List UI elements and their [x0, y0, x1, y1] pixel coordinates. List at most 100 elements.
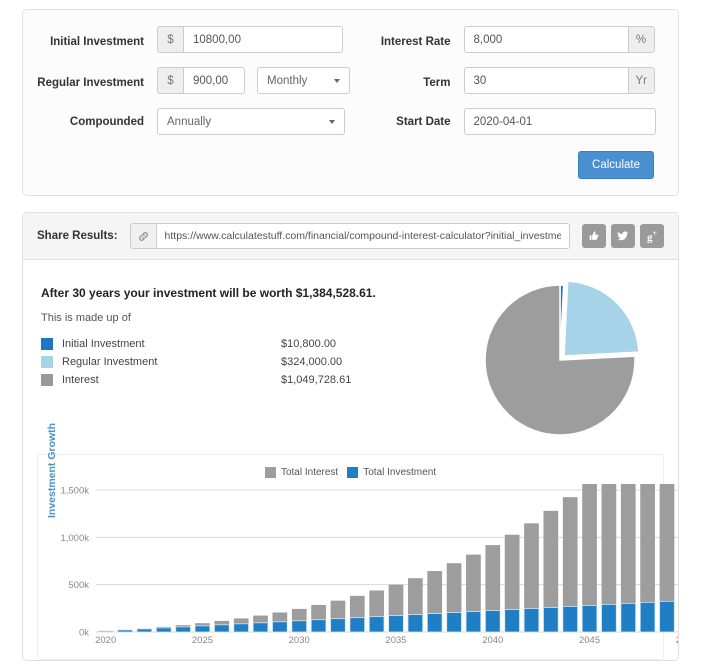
- bar-segment-total-investment[interactable]: [659, 600, 675, 633]
- bar-segment-total-investment[interactable]: [291, 620, 307, 633]
- bar-segment-total-investment[interactable]: [155, 627, 172, 633]
- bar-segment-total-investment[interactable]: [562, 606, 578, 633]
- bar-segment-total-interest[interactable]: [195, 623, 210, 626]
- bar-segment-total-interest[interactable]: [330, 600, 346, 619]
- bar-segment-total-investment[interactable]: [97, 630, 114, 633]
- y-axis-tick-label: 1,000k: [60, 533, 89, 544]
- bar-segment-total-interest[interactable]: [640, 428, 655, 603]
- term-input[interactable]: [463, 67, 629, 94]
- bar-segment-total-investment[interactable]: [330, 618, 346, 633]
- pie-slice[interactable]: [563, 280, 640, 357]
- thumbs-up-icon: [589, 231, 599, 240]
- bar-segment-total-investment[interactable]: [272, 621, 288, 633]
- bar-segment-total-investment[interactable]: [136, 628, 153, 633]
- bar-segment-total-investment[interactable]: [407, 614, 424, 633]
- share-results-bar: Share Results: https://www.calculatestuf…: [23, 213, 678, 260]
- bar-segment-total-interest[interactable]: [485, 545, 501, 611]
- bar-segment-total-interest[interactable]: [601, 465, 617, 605]
- results-headline: After 30 years your investment will be w…: [41, 286, 376, 300]
- bar-segment-total-investment[interactable]: [504, 609, 520, 633]
- bar-segment-total-investment[interactable]: [446, 612, 462, 633]
- google-plus-share-button[interactable]: g+: [640, 224, 664, 248]
- initial-investment-input-group: $: [157, 26, 343, 53]
- bar-segment-total-investment[interactable]: [233, 623, 249, 633]
- interest-rate-input[interactable]: [463, 26, 629, 53]
- bar-segment-total-investment[interactable]: [194, 625, 211, 633]
- form-grid: Initial Investment $ Regular Investment …: [37, 26, 664, 149]
- term-input-group: Yr: [463, 67, 655, 94]
- compound-interest-calculator-page: Initial Investment $ Regular Investment …: [0, 9, 701, 664]
- bar-segment-total-investment[interactable]: [368, 616, 385, 633]
- bar-segment-total-investment[interactable]: [310, 619, 327, 633]
- bar-segment-total-interest[interactable]: [446, 563, 462, 613]
- legend-label-total-interest: Total Interest: [280, 467, 339, 478]
- bar-segment-total-interest[interactable]: [233, 618, 249, 624]
- form-column-right: Interest Rate % Term Yr: [351, 26, 665, 149]
- initial-investment-input[interactable]: [183, 26, 343, 53]
- bar-segment-total-investment[interactable]: [581, 605, 598, 633]
- bar-segment-total-investment[interactable]: [214, 624, 230, 633]
- social-share-buttons: g+: [582, 224, 664, 248]
- bar-segment-total-interest[interactable]: [214, 620, 230, 625]
- investment-growth-bar-chart: 0k 500k 1,000k 1,500k 2020 2025 2030 2035 2040 20…: [60, 406, 678, 646]
- bar-segment-total-interest[interactable]: [543, 510, 559, 608]
- bar-segment-total-investment[interactable]: [543, 607, 559, 633]
- bar-segment-total-interest[interactable]: [291, 608, 307, 621]
- color-swatch-interest: [41, 374, 53, 387]
- bar-segment-total-interest[interactable]: [504, 534, 520, 610]
- field-compounded: Compounded Annually: [37, 108, 351, 135]
- compounded-select[interactable]: Annually: [157, 108, 345, 135]
- bar-segment-total-investment[interactable]: [465, 611, 482, 633]
- bar-segment-total-investment[interactable]: [620, 602, 637, 633]
- bar-segment-total-investment[interactable]: [349, 617, 366, 633]
- legend-item-total-investment[interactable]: Total Investment: [347, 467, 436, 478]
- bar-segment-total-interest[interactable]: [272, 612, 288, 622]
- breakdown-label: Initial Investment: [62, 338, 145, 351]
- bar-segment-total-interest[interactable]: [349, 595, 365, 618]
- frequency-value: Monthly: [267, 74, 308, 87]
- bar-segment-total-investment[interactable]: [252, 622, 269, 633]
- bar-segment-total-interest[interactable]: [253, 615, 268, 623]
- breakdown-label: Regular Investment: [62, 356, 158, 369]
- start-date-input[interactable]: [463, 108, 656, 135]
- bar-segment-total-interest[interactable]: [369, 590, 384, 617]
- bar-segment-total-interest[interactable]: [582, 482, 597, 606]
- share-url-input[interactable]: [156, 223, 570, 249]
- bar-segment-total-interest[interactable]: [524, 523, 539, 609]
- bar-segment-total-interest[interactable]: [466, 554, 481, 612]
- results-panel: Share Results: https://www.calculatestuf…: [22, 212, 679, 661]
- bar-segment-total-investment[interactable]: [388, 615, 404, 633]
- bar-segment-total-investment[interactable]: [117, 629, 133, 633]
- year-addon: Yr: [628, 67, 655, 94]
- y-axis-tick-label: 0k: [79, 628, 89, 639]
- bar-segment-total-investment[interactable]: [175, 626, 191, 633]
- calculate-button-row: Calculate: [37, 151, 664, 179]
- bar-segment-total-investment[interactable]: [639, 601, 656, 633]
- bar-segment-total-interest[interactable]: [408, 578, 423, 615]
- bar-segment-total-interest[interactable]: [388, 584, 404, 616]
- bar-segment-total-investment[interactable]: [426, 613, 443, 633]
- legend-item-total-interest[interactable]: Total Interest: [264, 467, 339, 478]
- bar-segment-total-interest[interactable]: [659, 406, 675, 602]
- bar-segment-total-investment[interactable]: [601, 603, 617, 633]
- calculate-button[interactable]: Calculate: [578, 151, 654, 179]
- label-compounded: Compounded: [69, 116, 144, 128]
- compounded-value: Annually: [167, 115, 212, 128]
- bar-segment-total-investment[interactable]: [485, 610, 501, 633]
- bar-segment-total-interest[interactable]: [620, 447, 636, 604]
- facebook-like-button[interactable]: [582, 224, 606, 248]
- twitter-share-button[interactable]: [611, 224, 635, 248]
- results-body: After 30 years your investment will be w…: [23, 260, 678, 448]
- field-start-date: Start Date: [351, 108, 665, 135]
- share-results-label: Share Results:: [37, 230, 118, 242]
- results-summary: After 30 years your investment will be w…: [41, 280, 460, 440]
- regular-investment-input[interactable]: [183, 67, 245, 94]
- bar-segment-total-investment[interactable]: [523, 608, 540, 633]
- bar-segment-total-interest[interactable]: [427, 571, 443, 614]
- bar-segment-total-interest[interactable]: [562, 497, 578, 607]
- bar-chart-y-axis-title: Investment Growth: [46, 422, 58, 518]
- bar-segment-total-interest[interactable]: [311, 604, 326, 620]
- investment-breakdown-pie-chart: [484, 280, 640, 436]
- regular-investment-frequency-select[interactable]: Monthly: [257, 67, 350, 94]
- results-breakdown-table: Initial Investment $10,800.00 Regular In…: [41, 335, 351, 389]
